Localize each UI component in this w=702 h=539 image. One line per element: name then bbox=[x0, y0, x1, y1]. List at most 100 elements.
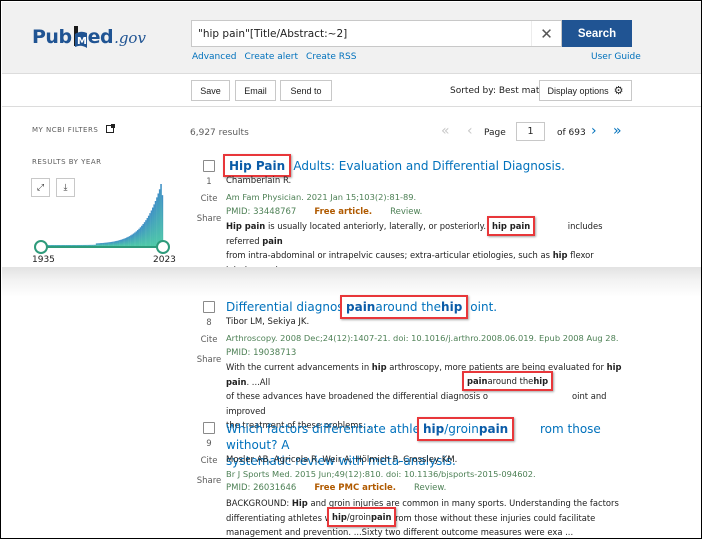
year-end-handle[interactable] bbox=[156, 240, 170, 254]
search-button[interactable]: Search bbox=[562, 20, 632, 47]
result-authors: Tibor LM, Sekiya JK. bbox=[226, 317, 310, 327]
result-checkbox[interactable] bbox=[203, 301, 215, 313]
result-journal: Arthroscopy. 2008 Dec;24(12):1407-21. do… bbox=[226, 333, 619, 343]
year-bar bbox=[108, 242, 110, 246]
clear-search-button[interactable]: ✕ bbox=[531, 21, 561, 46]
page-label: Page bbox=[484, 128, 506, 138]
save-button[interactable]: Save bbox=[191, 80, 230, 101]
year-bar bbox=[110, 241, 113, 246]
year-bar bbox=[130, 235, 132, 246]
cite-button[interactable]: Cite bbox=[190, 194, 228, 204]
page-total: of 693 bbox=[557, 128, 586, 138]
snippet-highlight-box: hip/groin pain bbox=[327, 507, 397, 527]
result-checkbox[interactable] bbox=[203, 160, 215, 172]
search-box: ✕ bbox=[191, 20, 562, 47]
create-rss-link[interactable]: Create RSS bbox=[306, 52, 356, 62]
result-checkbox[interactable] bbox=[203, 422, 215, 434]
title-highlight-box: Hip Pain bbox=[223, 154, 292, 177]
year-bar bbox=[106, 242, 109, 246]
year-bar bbox=[143, 222, 146, 246]
prev-page-icon[interactable]: ‹ bbox=[467, 122, 473, 140]
year-bars bbox=[41, 184, 164, 246]
year-bar bbox=[127, 236, 129, 246]
email-button[interactable]: Email bbox=[235, 80, 276, 101]
year-bar bbox=[57, 245, 60, 246]
year-bar bbox=[113, 241, 116, 246]
year-bar bbox=[50, 245, 53, 246]
my-ncbi-filters[interactable]: MY NCBI FILTERS bbox=[32, 124, 116, 134]
year-bar bbox=[128, 236, 131, 246]
share-button[interactable]: Share bbox=[190, 355, 228, 365]
next-page-icon[interactable]: › bbox=[591, 122, 597, 140]
send-to-button[interactable]: Send to bbox=[280, 80, 332, 101]
create-alert-link[interactable]: Create alert bbox=[244, 52, 298, 62]
year-bar bbox=[67, 245, 69, 246]
year-bar bbox=[134, 232, 136, 246]
review-badge: Review. bbox=[390, 207, 423, 217]
results-by-year-heading: RESULTS BY YEAR bbox=[32, 158, 102, 166]
year-bar bbox=[147, 215, 150, 246]
pmid: PMID: 19038713 bbox=[226, 348, 297, 358]
year-bar bbox=[116, 240, 118, 246]
free-article-badge: Free PMC article. bbox=[314, 483, 397, 493]
year-bar bbox=[71, 245, 73, 246]
cite-button[interactable]: Cite bbox=[190, 335, 228, 345]
year-bar bbox=[135, 231, 138, 246]
year-bar bbox=[156, 197, 158, 246]
year-bar bbox=[99, 243, 102, 246]
search-input[interactable] bbox=[198, 24, 518, 44]
result-pmid-line: PMID: 26031646 Free PMC article. Review. bbox=[226, 483, 446, 493]
year-bar bbox=[58, 245, 61, 246]
year-bar bbox=[104, 242, 106, 246]
logo-ed: ed bbox=[87, 26, 114, 48]
book-icon: M bbox=[73, 26, 87, 48]
year-bar bbox=[64, 245, 66, 246]
results-toolbar: Save Email Send to Sorted by: Best match… bbox=[2, 74, 701, 107]
result-pmid-line: PMID: 19038713 bbox=[226, 348, 296, 358]
pubmed-logo[interactable]: Pub M ed .gov bbox=[32, 22, 146, 48]
year-bar bbox=[105, 242, 107, 246]
result-item: 1 Cite Share n Adults: Evaluation and Di… bbox=[190, 154, 630, 289]
year-bar bbox=[87, 244, 90, 246]
year-bar bbox=[53, 245, 55, 246]
sort-order[interactable]: Sorted by: Best match bbox=[450, 86, 550, 96]
result-number: 8 bbox=[206, 318, 212, 328]
logo-gov: .gov bbox=[114, 29, 146, 47]
share-button[interactable]: Share bbox=[190, 214, 228, 224]
year-bar bbox=[73, 244, 76, 246]
display-options-button[interactable]: Display options ⚙ bbox=[539, 80, 632, 101]
results-by-year-chart[interactable] bbox=[29, 177, 179, 257]
year-bar bbox=[123, 238, 125, 246]
share-button[interactable]: Share bbox=[190, 476, 228, 486]
result-number: 9 bbox=[206, 439, 212, 449]
display-options-label: Display options bbox=[547, 85, 609, 96]
advanced-link[interactable]: Advanced bbox=[192, 52, 236, 62]
year-bar bbox=[102, 242, 105, 246]
result-authors: Mosler AB, Agricola R, Weir A, Hölmich P… bbox=[226, 455, 458, 465]
cite-button[interactable]: Cite bbox=[190, 456, 228, 466]
year-bar bbox=[139, 227, 142, 246]
page-number-input[interactable]: 1 bbox=[516, 122, 545, 141]
year-bar bbox=[136, 230, 139, 246]
free-article-badge: Free article. bbox=[314, 207, 373, 217]
year-bar bbox=[62, 245, 65, 246]
first-page-icon[interactable]: « bbox=[441, 122, 450, 140]
year-bar bbox=[97, 243, 99, 246]
result-item: 8 Cite Share Differential diagnosis o oin… bbox=[190, 295, 630, 430]
pmid: PMID: 26031646 bbox=[226, 483, 297, 493]
year-bar bbox=[138, 228, 140, 246]
year-bar bbox=[95, 243, 98, 246]
year-bar bbox=[142, 224, 145, 246]
year-bar bbox=[109, 242, 112, 246]
pmid: PMID: 33448767 bbox=[226, 207, 297, 217]
year-bar bbox=[146, 218, 149, 246]
user-guide-link[interactable]: User Guide bbox=[591, 52, 641, 62]
year-start-handle[interactable] bbox=[34, 240, 48, 254]
year-bar bbox=[78, 244, 80, 246]
last-page-icon[interactable]: » bbox=[613, 122, 622, 140]
year-bar bbox=[158, 189, 161, 246]
year-bar bbox=[141, 225, 143, 246]
year-bar bbox=[69, 245, 72, 246]
year-bar bbox=[131, 234, 134, 246]
year-bar bbox=[84, 244, 87, 246]
